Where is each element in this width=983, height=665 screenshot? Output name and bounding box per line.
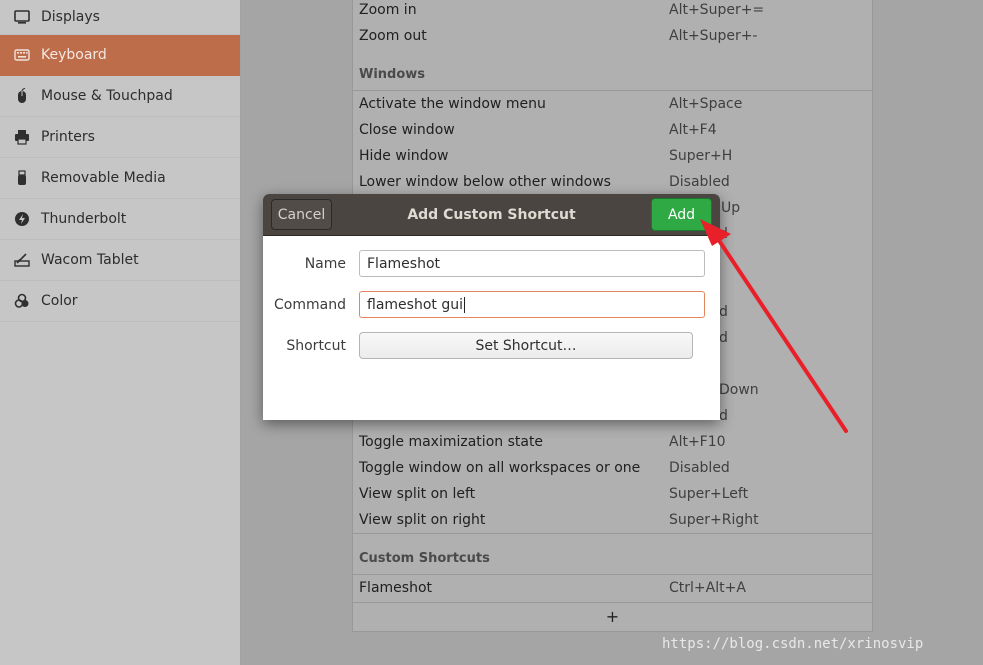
text-caret (463, 296, 465, 313)
shortcut-accel: Down (719, 382, 759, 398)
sidebar-item-wacom-tablet[interactable]: Wacom Tablet (0, 240, 240, 281)
shortcut-name: Lower window below other windows (359, 174, 611, 190)
add-shortcut-button[interactable]: + (353, 602, 872, 630)
shortcut-row[interactable]: View split on right Super+Right (353, 507, 872, 533)
shortcut-accel: Alt+F10 (669, 434, 726, 450)
shortcut-accel: Alt+Super+- (669, 28, 758, 44)
sidebar-item-printers[interactable]: Printers (0, 117, 240, 158)
shortcut-accel: Disabled (669, 174, 730, 190)
sidebar-item-mouse-touchpad[interactable]: Mouse & Touchpad (0, 76, 240, 117)
shortcut-row[interactable]: Hide window Super+H (353, 143, 872, 169)
command-field[interactable]: flameshot gui (359, 291, 705, 318)
shortcut-accel: d (719, 408, 728, 424)
sidebar-item-label: Mouse & Touchpad (41, 88, 173, 104)
shortcut-accel: Alt+Space (669, 96, 743, 112)
add-button[interactable]: Add (651, 198, 712, 231)
shortcut-row[interactable]: Activate the window menu Alt+Space (353, 91, 872, 117)
shortcut-row[interactable]: Zoom out Alt+Super+- (353, 23, 872, 49)
shortcut-row[interactable]: Toggle maximization state Alt+F10 (353, 429, 872, 455)
printer-icon (14, 129, 30, 145)
shortcut-accel: Alt+F4 (669, 122, 717, 138)
usb-icon (14, 170, 30, 186)
sidebar-item-label: Thunderbolt (41, 211, 127, 227)
plus-icon: + (605, 607, 620, 626)
shortcut-row[interactable]: View split on left Super+Left (353, 481, 872, 507)
shortcut-accel: d (719, 226, 728, 242)
shortcut-name: Toggle maximization state (359, 434, 544, 450)
sidebar-item-label: Displays (41, 9, 100, 25)
sidebar-item-displays[interactable]: Displays (0, 0, 240, 35)
section-header-windows: Windows (359, 67, 426, 82)
shortcut-label: Shortcut (286, 338, 346, 354)
shortcut-name: View split on left (359, 486, 476, 502)
shortcut-name: Close window (359, 122, 455, 138)
sidebar-item-label: Printers (41, 129, 95, 145)
sidebar-item-label: Keyboard (41, 47, 107, 63)
color-icon (14, 293, 30, 309)
shortcut-accel: d (719, 304, 728, 320)
shortcut-accel: Up (721, 200, 741, 216)
shortcut-accel: Super+H (669, 148, 733, 164)
shortcut-row-flameshot[interactable]: Flameshot Ctrl+Alt+A (353, 575, 872, 601)
sidebar-item-label: Removable Media (41, 170, 166, 186)
thunderbolt-icon (14, 211, 30, 227)
sidebar-item-label: Color (41, 293, 78, 309)
shortcut-row[interactable]: Close window Alt+F4 (353, 117, 872, 143)
cancel-button[interactable]: Cancel (271, 199, 332, 230)
shortcut-name: View split on right (359, 512, 486, 528)
name-label: Name (304, 256, 346, 272)
sidebar-item-label: Wacom Tablet (41, 252, 139, 268)
sidebar-item-thunderbolt[interactable]: Thunderbolt (0, 199, 240, 240)
shortcut-name: Hide window (359, 148, 449, 164)
shortcut-accel: Disabled (669, 460, 730, 476)
shortcut-name: Zoom in (359, 2, 417, 18)
sidebar-item-removable-media[interactable]: Removable Media (0, 158, 240, 199)
settings-sidebar: Displays Keyboard Mouse & Touchpad Print… (0, 0, 241, 665)
display-icon (14, 9, 30, 25)
watermark-text: https://blog.csdn.net/xrinosvip (662, 636, 924, 652)
name-field[interactable]: Flameshot (359, 250, 705, 277)
shortcut-accel: Ctrl+Alt+A (669, 580, 746, 596)
shortcut-row[interactable]: Toggle window on all workspaces or one D… (353, 455, 872, 481)
shortcut-accel: Alt+Super+= (669, 2, 765, 18)
add-custom-shortcut-dialog: Add Custom Shortcut Cancel Add Name Flam… (263, 194, 720, 420)
divider (353, 533, 872, 534)
shortcut-row[interactable]: Zoom in Alt+Super+= (353, 0, 872, 23)
shortcut-accel: d (719, 330, 728, 346)
command-label: Command (274, 297, 346, 313)
set-shortcut-button[interactable]: Set Shortcut… (359, 332, 693, 359)
shortcut-name: Zoom out (359, 28, 427, 44)
sidebar-item-keyboard[interactable]: Keyboard (0, 35, 240, 76)
shortcut-row[interactable]: Lower window below other windows Disable… (353, 169, 872, 195)
tablet-icon (14, 252, 30, 268)
mouse-icon (14, 88, 30, 104)
section-header-custom-shortcuts: Custom Shortcuts (359, 551, 490, 566)
sidebar-item-color[interactable]: Color (0, 281, 240, 322)
name-field-value: Flameshot (367, 255, 440, 272)
shortcut-name: Flameshot (359, 580, 432, 596)
keyboard-icon (14, 47, 30, 63)
command-field-value: flameshot gui (367, 296, 463, 313)
shortcut-name: Toggle window on all workspaces or one (359, 460, 641, 476)
shortcut-name: Activate the window menu (359, 96, 546, 112)
dialog-header: Add Custom Shortcut Cancel Add (263, 194, 720, 236)
shortcut-accel: Super+Right (669, 512, 759, 528)
shortcut-accel: Super+Left (669, 486, 749, 502)
